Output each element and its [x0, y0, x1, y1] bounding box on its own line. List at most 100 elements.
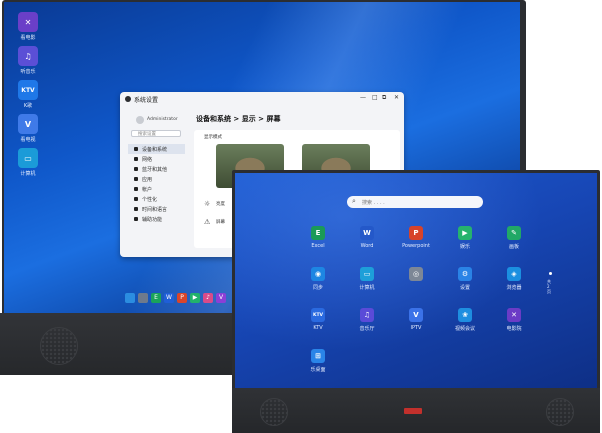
user-name: Administrator	[147, 117, 178, 122]
desktop-icon-ktv[interactable]: KTV K歌	[11, 80, 45, 109]
app-icon: ◈	[507, 267, 521, 281]
breadcrumb: 设备和系统 > 显示 > 屏幕	[196, 115, 281, 123]
app-7[interactable]: ◎	[394, 267, 438, 284]
window-title: 系统设置	[134, 97, 159, 104]
pager-dot	[549, 272, 552, 275]
app-label: Powerpoint	[402, 243, 430, 249]
pager-label: 共 2 页	[547, 279, 551, 294]
app-icon: W	[360, 226, 374, 240]
movie-app-icon: ✕	[18, 12, 38, 32]
app-label: 乐桌面	[310, 367, 326, 373]
app-4[interactable]: ✎ 画板	[492, 226, 536, 250]
account-icon	[134, 187, 138, 191]
sidebar-item-label: 辅助功能	[142, 216, 163, 223]
app-icon: ✕	[507, 308, 521, 322]
app-6[interactable]: ▭ 计算机	[345, 267, 389, 291]
app-8[interactable]: ⚙ 设置	[443, 267, 487, 291]
app-label: IPTV	[410, 325, 422, 331]
brightness-icon: ☼	[204, 200, 211, 208]
app-14[interactable]: ✕ 电影院	[492, 308, 536, 332]
app-icon: ❀	[458, 308, 472, 322]
app-icon: E	[311, 226, 325, 240]
taskbar-tv-icon[interactable]: V	[216, 293, 226, 303]
desktop-icon-label: 看电视	[20, 137, 36, 143]
start-icon[interactable]	[125, 293, 135, 303]
launcher-search-bar[interactable]: ⌕ 搜索 . . . .	[347, 196, 483, 208]
desktop-icon-music[interactable]: ♫ 听音乐	[11, 46, 45, 75]
screen-label: 屏幕	[216, 220, 225, 225]
wifi-icon	[134, 157, 138, 161]
close-button[interactable]: ✕	[394, 94, 399, 101]
clock-icon	[134, 207, 138, 211]
desktop-icon-label: K歌	[23, 103, 33, 109]
desktop-icon-tv[interactable]: V 看电视	[11, 114, 45, 143]
app-13[interactable]: ❀ 视频会议	[443, 308, 487, 332]
display-mode-label: 显示模式	[204, 135, 222, 140]
search-input[interactable]: 搜索 . . . .	[362, 199, 385, 206]
search-icon: ⌕	[352, 197, 356, 205]
desktop-icon-computer[interactable]: ▭ 计算机	[11, 148, 45, 177]
bluetooth-icon	[134, 167, 138, 171]
app-icon: ♫	[360, 308, 374, 322]
app-icon: ▭	[360, 267, 374, 281]
front-right-speaker	[546, 398, 574, 426]
brush-icon	[134, 197, 138, 201]
apps-icon	[134, 177, 138, 181]
sidebar-item-personalize[interactable]: 个性化	[128, 194, 185, 204]
sidebar-item-accounts[interactable]: 帐户	[128, 184, 185, 194]
app-9[interactable]: ◈ 浏览器	[492, 267, 536, 291]
sidebar-item-network[interactable]: 网络	[128, 154, 185, 164]
app-12[interactable]: V IPTV	[394, 308, 438, 331]
app-label: 音乐厅	[359, 326, 375, 332]
indicator-light	[404, 408, 422, 414]
app-icon: P	[409, 226, 423, 240]
app-11[interactable]: ♫ 音乐厅	[345, 308, 389, 332]
sidebar-item-accessibility[interactable]: 辅助功能	[128, 214, 185, 224]
app-label: 电影院	[506, 326, 522, 332]
front-monitor-bezel	[232, 388, 600, 433]
desktop-icon-label: 计算机	[20, 171, 36, 177]
app-label: 计算机	[359, 285, 375, 291]
app-15[interactable]: ⊞ 乐桌面	[296, 349, 340, 373]
ktv-app-icon: KTV	[18, 80, 38, 100]
app-icon: ⚙	[458, 267, 472, 281]
app-label: 娱乐	[459, 244, 470, 250]
sidebar-item-time[interactable]: 时间和语言	[128, 204, 185, 214]
screen-icon: ⚠	[204, 218, 211, 226]
sidebar-item-label: 帐户	[142, 186, 153, 193]
sidebar-item-label: 时间和语言	[142, 206, 168, 213]
taskbar-word-icon[interactable]: W	[164, 293, 174, 303]
app-1[interactable]: W Word	[345, 226, 389, 249]
desktop-icon-movie[interactable]: ✕ 看电影	[11, 12, 45, 41]
sidebar-item-label: 应用	[142, 176, 153, 183]
settings-search-input[interactable]: 搜索设置	[131, 130, 181, 137]
app-0[interactable]: E Excel	[296, 226, 340, 249]
app-icon: KTV	[311, 308, 325, 322]
app-2[interactable]: P Powerpoint	[394, 226, 438, 249]
app-5[interactable]: ◉ 同步	[296, 267, 340, 291]
app-label: 视频会议	[454, 326, 475, 332]
sidebar-item-label: 个性化	[142, 196, 158, 203]
sidebar-item-label: 网络	[142, 156, 153, 163]
settings-app-icon	[125, 96, 131, 102]
front-left-speaker	[260, 398, 288, 426]
app-10[interactable]: KTV KTV	[296, 308, 340, 331]
app-icon: ▶	[458, 226, 472, 240]
taskbar-powerpoint-icon[interactable]: P	[177, 293, 187, 303]
desktop-icon-label: 看电影	[20, 35, 36, 41]
taskbar-excel-icon[interactable]: E	[151, 293, 161, 303]
tasks-icon[interactable]	[138, 293, 148, 303]
app-3[interactable]: ▶ 娱乐	[443, 226, 487, 250]
sidebar-item-bluetooth[interactable]: 蓝牙和其他	[128, 164, 185, 174]
taskbar-music-icon[interactable]: ♪	[203, 293, 213, 303]
app-label: 浏览器	[506, 285, 522, 291]
app-label: 同步	[312, 285, 323, 291]
minimize-button[interactable]: —	[360, 94, 366, 101]
restore-button[interactable]: ⧉	[382, 94, 386, 102]
maximize-button[interactable]: □	[372, 94, 378, 101]
desktop-icon-label: 听音乐	[20, 69, 36, 75]
sidebar-item-devices[interactable]: 设备和系统	[128, 144, 185, 154]
taskbar-play-icon[interactable]: ▶	[190, 293, 200, 303]
devices-icon	[134, 147, 138, 151]
sidebar-item-apps[interactable]: 应用	[128, 174, 185, 184]
